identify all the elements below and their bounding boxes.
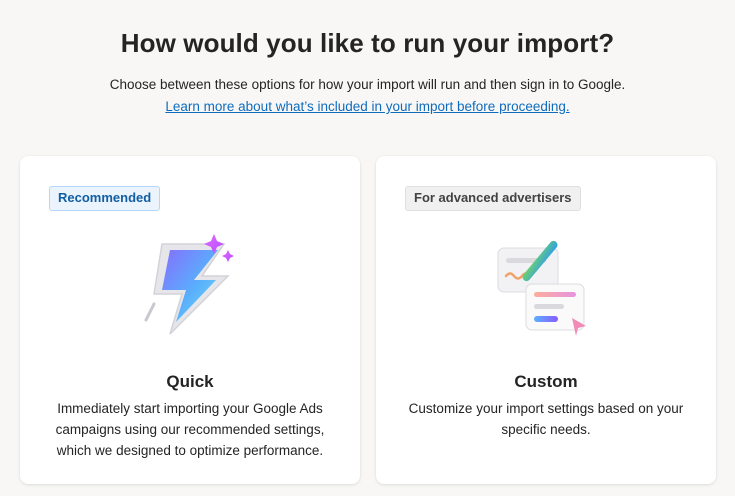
lightning-bolt-icon <box>144 234 234 335</box>
custom-title: Custom <box>514 372 578 391</box>
page-subtitle: Choose between these options for how you… <box>109 77 626 92</box>
page-title: How would you like to run your import? <box>120 28 615 58</box>
learn-more-link[interactable]: Learn more about what’s included in your… <box>0 99 735 114</box>
quick-description: Immediately start importing your Google … <box>55 401 325 458</box>
quick-title: Quick <box>166 372 214 391</box>
settings-pencil-icon <box>497 240 586 336</box>
quick-option-card[interactable]: Recommended Quick Immediately start impo… <box>20 156 360 484</box>
custom-option-card[interactable]: For advanced advertisers Custom Customiz… <box>376 156 716 484</box>
advanced-badge: For advanced advertisers <box>405 186 581 211</box>
custom-description: Customize your import settings based on … <box>408 401 684 437</box>
recommended-badge: Recommended <box>49 186 161 211</box>
